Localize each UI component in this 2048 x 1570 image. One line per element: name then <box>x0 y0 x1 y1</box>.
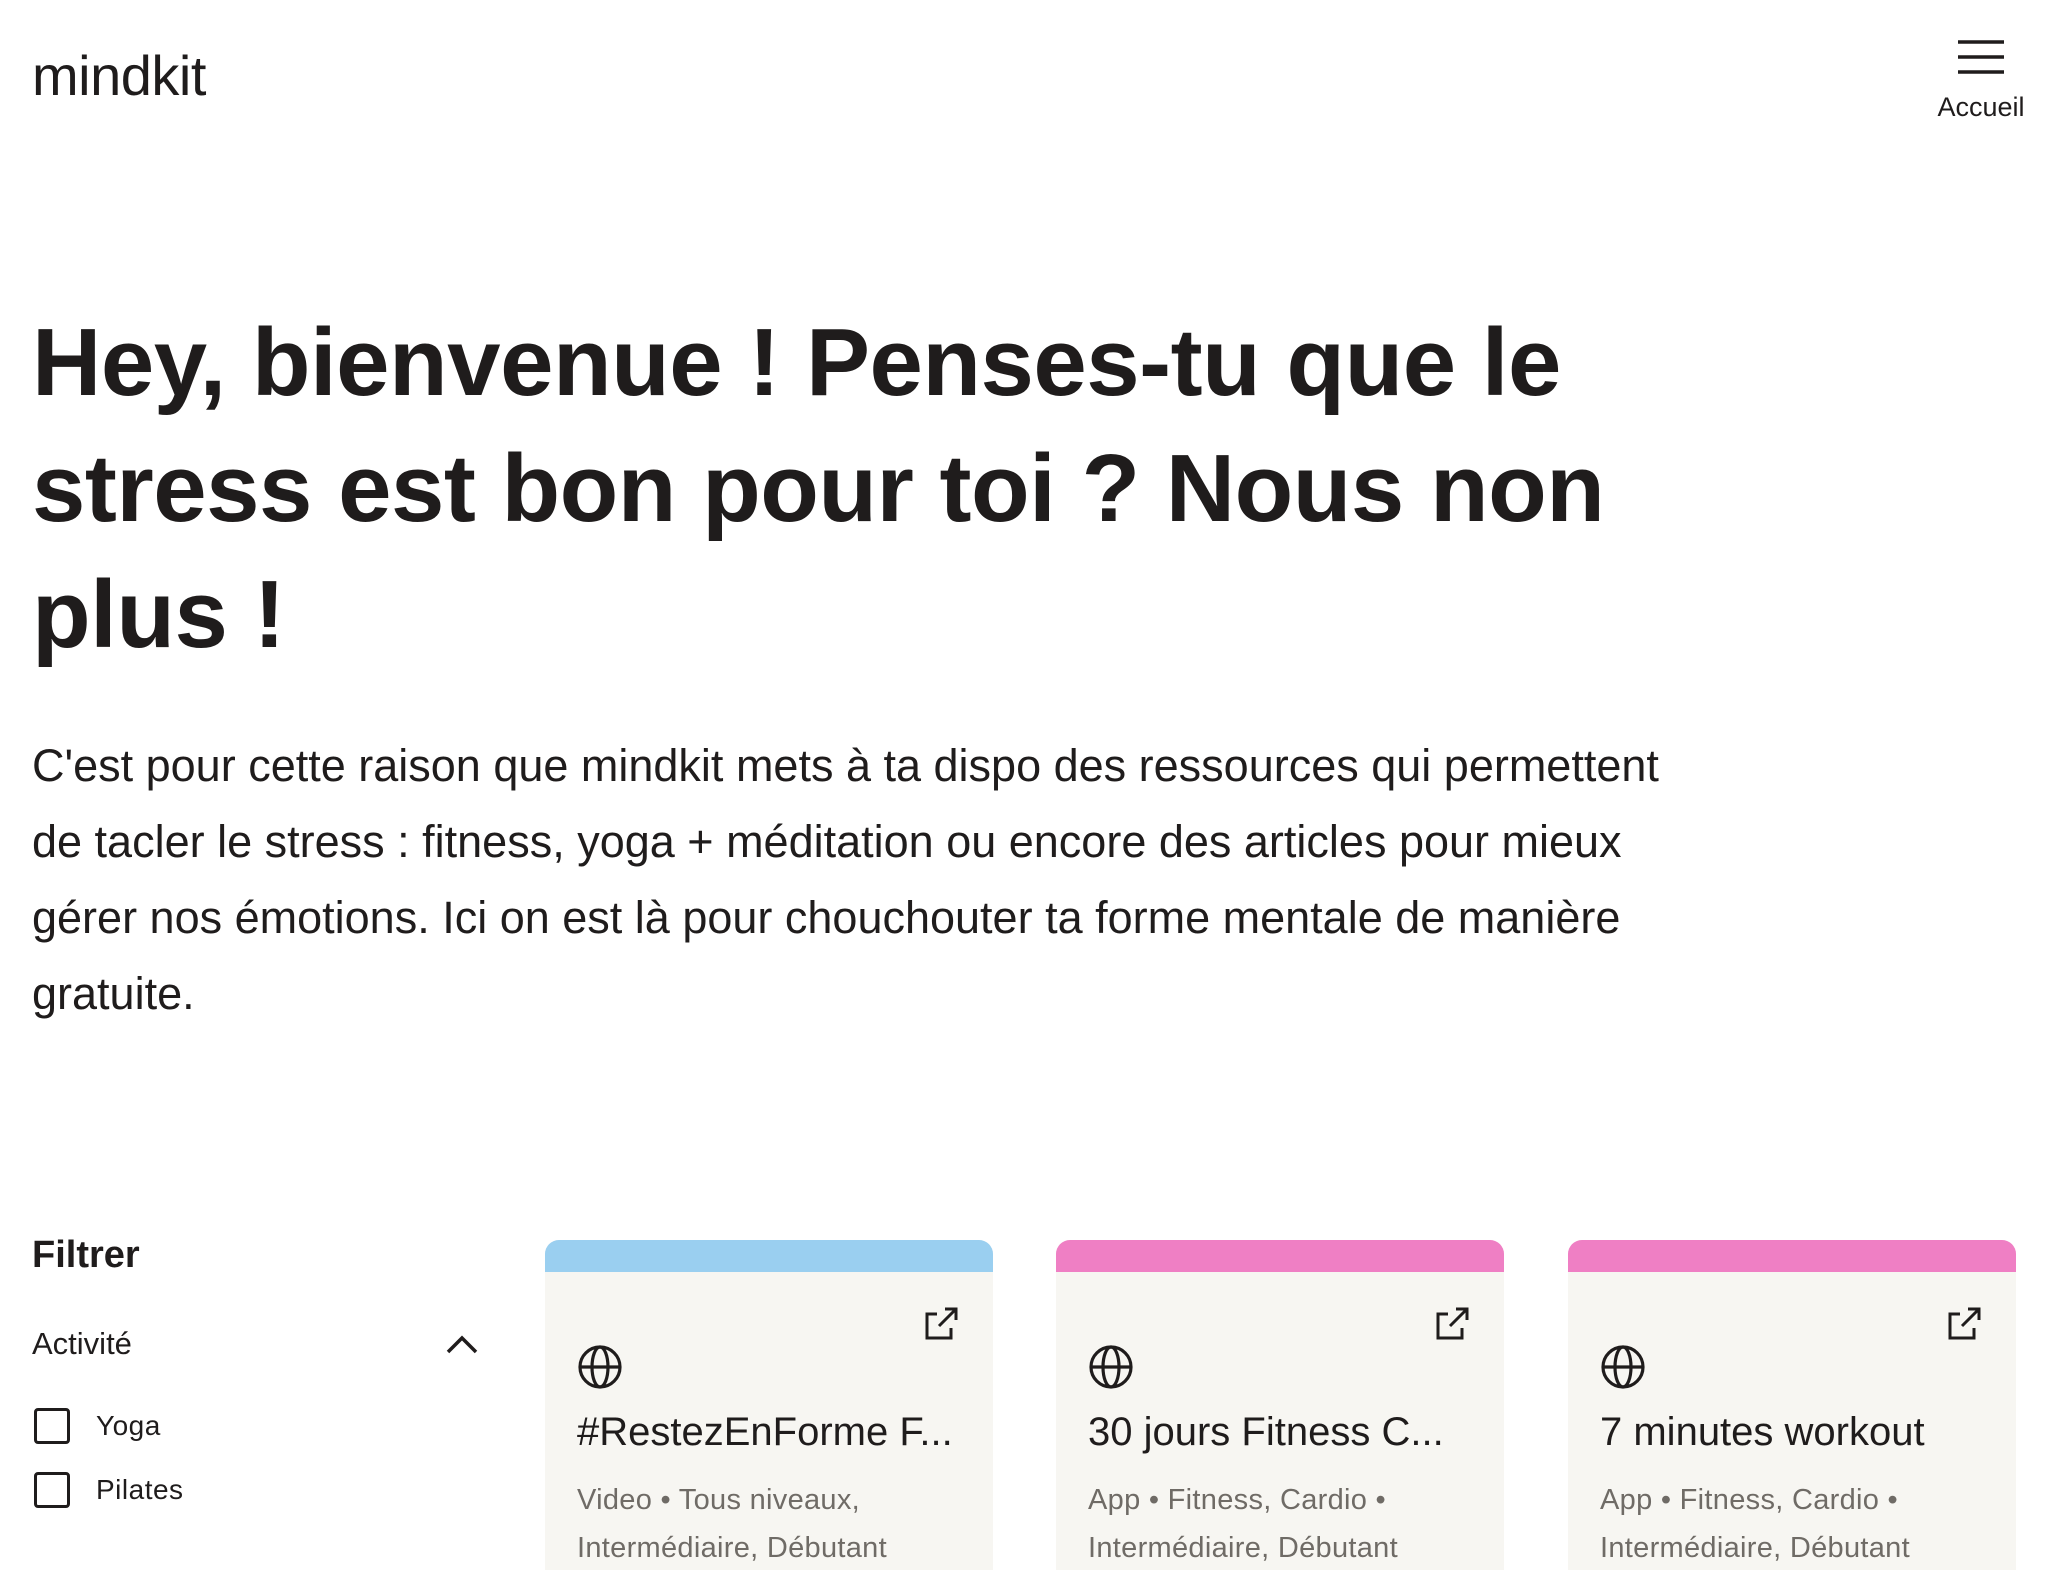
chevron-up-icon <box>446 1335 478 1354</box>
card-meta-line: Intermédiaire, Débutant <box>1088 1532 1398 1564</box>
resource-card[interactable]: #RestezEnForme F... Video • Tous niveaux… <box>545 1240 993 1570</box>
card-meta-line: Video • Tous niveaux, <box>577 1484 861 1516</box>
pilates-checkbox[interactable] <box>34 1472 70 1508</box>
filter-option-label: Yoga <box>96 1410 161 1441</box>
globe-icon <box>578 1345 622 1389</box>
card-title: #RestezEnForme F... <box>577 1410 953 1454</box>
card-meta-line: App • Fitness, Cardio • <box>1600 1484 1898 1516</box>
card-title: 7 minutes workout <box>1600 1410 1925 1454</box>
card-accent-bar <box>545 1240 993 1272</box>
card-title: 30 jours Fitness C... <box>1088 1410 1444 1454</box>
filter-option-pilates[interactable]: Pilates <box>34 1472 184 1508</box>
card-meta-line: Intermédiaire, Débutant <box>1600 1532 1910 1564</box>
card-meta-line: App • Fitness, Cardio • <box>1088 1484 1386 1516</box>
filter-option-yoga[interactable]: Yoga <box>34 1408 161 1444</box>
card-accent-bar <box>1056 1240 1504 1272</box>
hamburger-menu-icon <box>1958 40 2004 74</box>
card-meta: App • Fitness, Cardio • Intermédiaire, D… <box>1088 1476 1468 1570</box>
menu-button[interactable]: Accueil <box>1926 38 2036 123</box>
filter-option-label: Pilates <box>96 1474 184 1505</box>
external-link-icon[interactable] <box>1432 1304 1472 1344</box>
menu-label: Accueil <box>1937 92 2025 122</box>
filter-title: Filtrer <box>32 1234 140 1276</box>
hero-description: C'est pour cette raison que mindkit mets… <box>32 740 1659 1019</box>
logo[interactable]: mindkit <box>32 48 206 104</box>
card-accent-bar <box>1568 1240 2016 1272</box>
external-link-icon[interactable] <box>921 1304 961 1344</box>
filter-group-label: Activité <box>32 1326 132 1361</box>
hero-title: Hey, bienvenue ! Penses-tu que le stress… <box>32 309 1605 668</box>
resource-card[interactable]: 30 jours Fitness C... App • Fitness, Car… <box>1056 1240 1504 1570</box>
yoga-checkbox[interactable] <box>34 1408 70 1444</box>
card-meta: App • Fitness, Cardio • Intermédiaire, D… <box>1600 1476 1980 1570</box>
card-meta-line: Intermédiaire, Débutant <box>577 1532 887 1564</box>
filter-group-activity-toggle[interactable]: Activité <box>32 1326 480 1362</box>
resource-card[interactable]: 7 minutes workout App • Fitness, Cardio … <box>1568 1240 2016 1570</box>
globe-icon <box>1601 1345 1645 1389</box>
globe-icon <box>1089 1345 1133 1389</box>
external-link-icon[interactable] <box>1944 1304 1984 1344</box>
card-meta: Video • Tous niveaux, Intermédiaire, Déb… <box>577 1476 957 1570</box>
